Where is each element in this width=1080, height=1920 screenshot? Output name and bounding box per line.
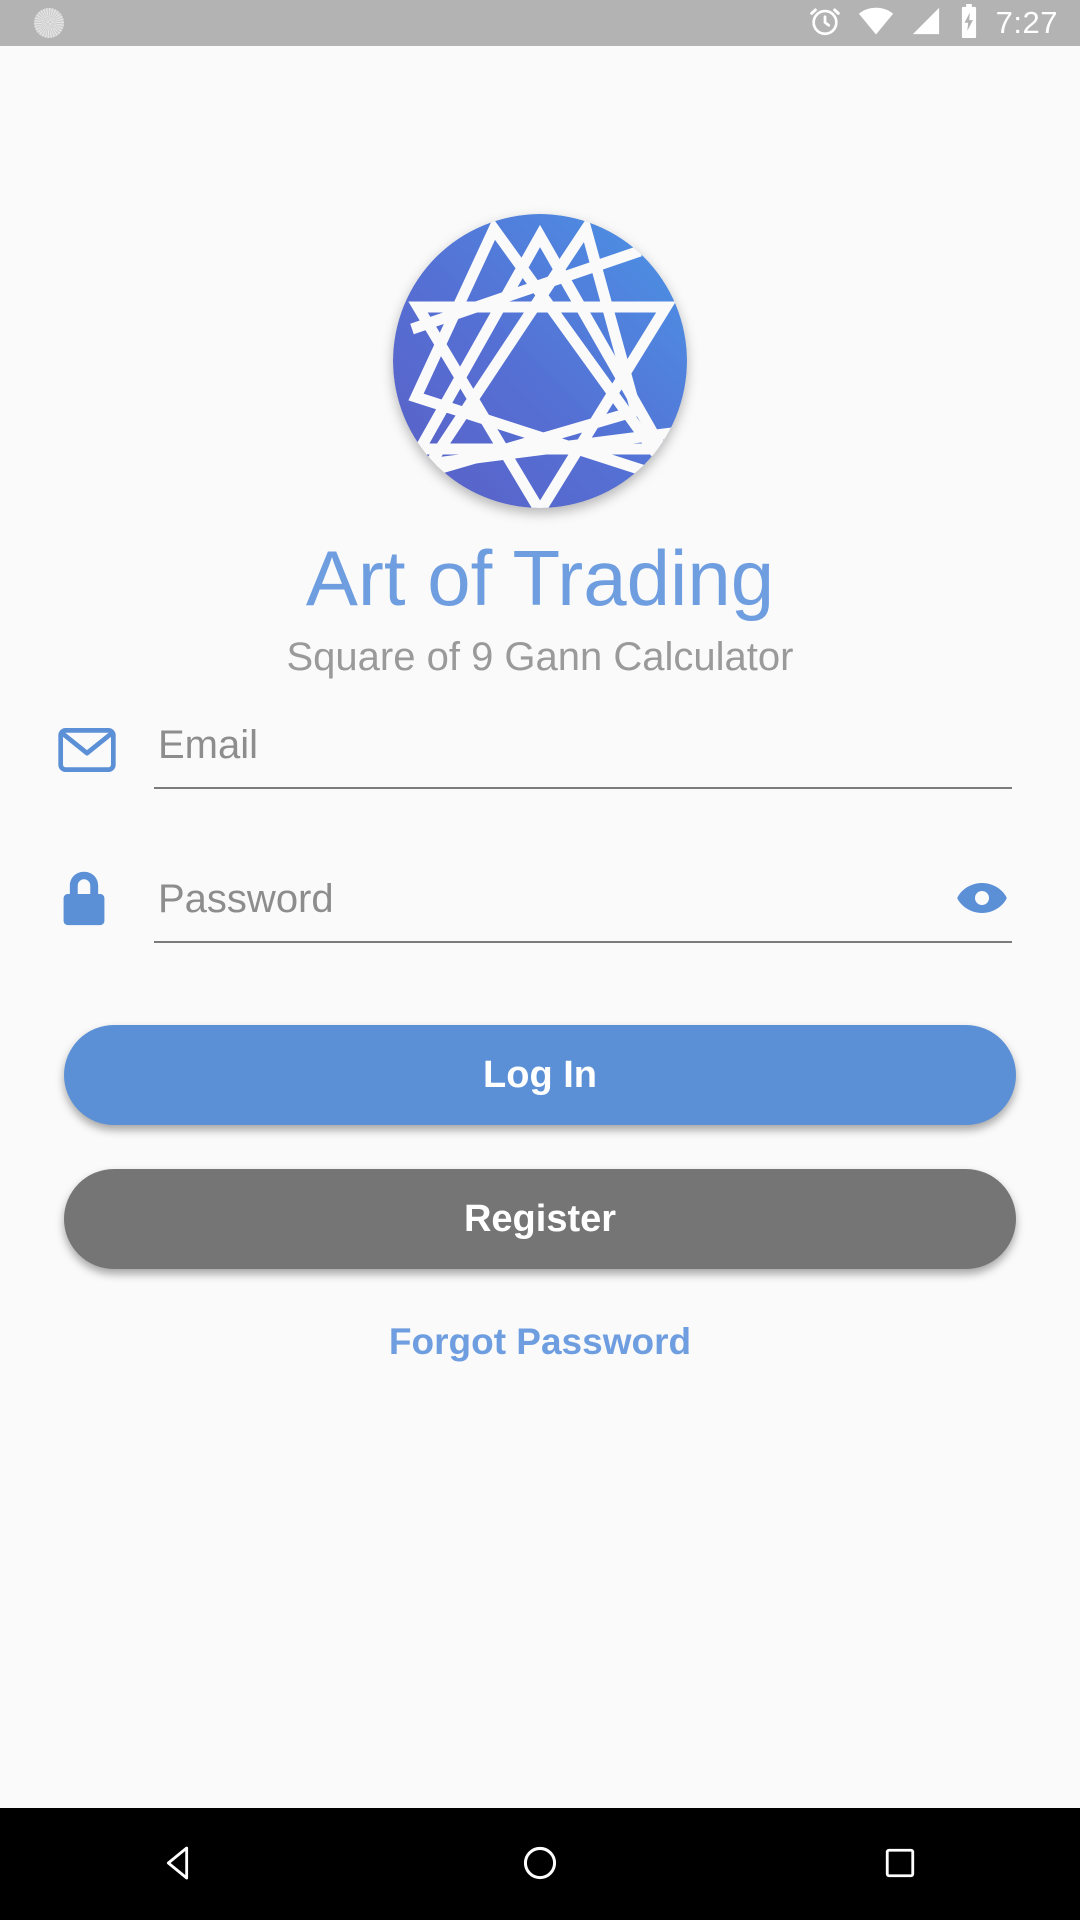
email-underline — [154, 787, 1012, 789]
status-bar-left — [34, 8, 64, 38]
status-bar-clock: 7:27 — [995, 4, 1058, 40]
home-button[interactable] — [465, 1808, 615, 1920]
art-of-trading-logo — [390, 211, 690, 511]
email-input[interactable] — [154, 721, 1012, 787]
android-navigation-bar — [0, 1808, 1080, 1920]
page-subtitle: Square of 9 Gann Calculator — [286, 635, 794, 679]
login-content: Art of Trading Square of 9 Gann Calculat… — [0, 46, 1080, 1808]
wifi-icon — [858, 6, 894, 41]
email-field — [154, 721, 1012, 791]
circle-icon — [521, 1844, 559, 1885]
password-field-row — [0, 869, 1080, 945]
eye-icon — [956, 881, 1008, 918]
triangle-left-icon — [160, 1843, 200, 1886]
forgot-password-link[interactable]: Forgot Password — [389, 1321, 691, 1363]
password-field — [154, 875, 1012, 945]
password-input[interactable] — [154, 875, 1012, 941]
register-button[interactable]: Register — [64, 1169, 1016, 1269]
lock-icon — [58, 869, 154, 945]
password-underline — [154, 941, 1012, 943]
status-bar-right: 7:27 — [808, 3, 1058, 43]
back-button[interactable] — [105, 1808, 255, 1920]
cellular-signal-icon — [910, 6, 942, 41]
login-button[interactable]: Log In — [64, 1025, 1016, 1125]
battery-charging-icon — [958, 3, 980, 43]
status-bar: 7:27 — [0, 0, 1080, 46]
toggle-password-visibility-button[interactable] — [954, 879, 1010, 919]
page-title: Art of Trading — [305, 534, 775, 622]
envelope-icon — [58, 727, 154, 791]
login-screen: 7:27 Art of Trading Square of 9 Gann Cal… — [0, 0, 1080, 1920]
square-icon — [883, 1846, 917, 1883]
alarm-clock-icon — [808, 4, 842, 43]
recents-button[interactable] — [825, 1808, 975, 1920]
app-notification-icon — [34, 8, 64, 38]
email-field-row — [0, 721, 1080, 791]
